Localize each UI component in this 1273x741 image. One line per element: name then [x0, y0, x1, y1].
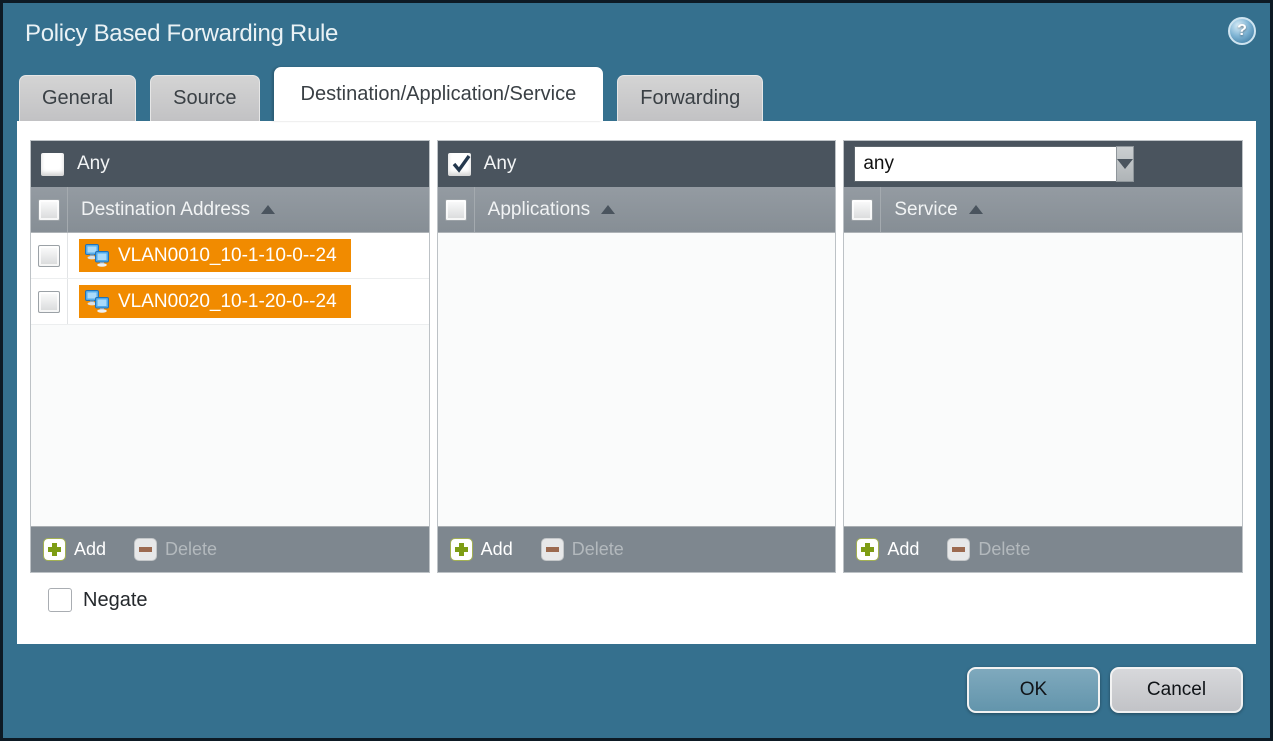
- dialog-titlebar: Policy Based Forwarding Rule ?: [3, 3, 1270, 67]
- service-dropdown: [854, 146, 1110, 182]
- row-checkbox[interactable]: [38, 245, 60, 267]
- help-icon[interactable]: ?: [1228, 17, 1256, 45]
- dialog-title: Policy Based Forwarding Rule: [25, 20, 338, 48]
- destination-address-column[interactable]: Destination Address: [81, 199, 275, 221]
- service-dropdown-button[interactable]: [1116, 146, 1134, 182]
- delete-button[interactable]: Delete: [947, 538, 1030, 561]
- panels-row: Any Destination Address: [30, 140, 1243, 573]
- destination-column-header: Destination Address: [31, 187, 429, 233]
- add-plus-icon: [450, 538, 473, 561]
- tab-source[interactable]: Source: [150, 75, 259, 121]
- negate-checkbox[interactable]: [48, 588, 72, 612]
- service-panel: Service Add Delete: [843, 140, 1243, 573]
- add-button[interactable]: Add: [43, 538, 106, 561]
- delete-minus-icon: [541, 538, 564, 561]
- tab-general[interactable]: General: [19, 75, 136, 121]
- tab-destination-application-service[interactable]: Destination/Application/Service: [274, 67, 604, 121]
- dialog-buttons: OK Cancel: [967, 667, 1243, 713]
- delete-minus-icon: [947, 538, 970, 561]
- service-dropdown-bar: [844, 141, 1242, 187]
- applications-any-checkbox[interactable]: [448, 153, 471, 176]
- cancel-button[interactable]: Cancel: [1110, 667, 1243, 713]
- address-object-icon: [84, 290, 110, 313]
- service-grid: [844, 233, 1242, 526]
- add-button[interactable]: Add: [450, 538, 513, 561]
- applications-select-all-checkbox[interactable]: [445, 199, 467, 221]
- tab-forwarding[interactable]: Forwarding: [617, 75, 763, 121]
- applications-footer: Add Delete: [438, 526, 836, 572]
- applications-column[interactable]: Applications: [488, 199, 615, 221]
- delete-button[interactable]: Delete: [134, 538, 217, 561]
- applications-grid: [438, 233, 836, 526]
- delete-button[interactable]: Delete: [541, 538, 624, 561]
- negate-label: Negate: [83, 589, 148, 612]
- applications-any-label: Any: [484, 153, 517, 175]
- destination-any-checkbox[interactable]: [41, 153, 64, 176]
- applications-column-header: Applications: [438, 187, 836, 233]
- destination-any-label: Any: [77, 153, 110, 175]
- destination-grid: VLAN0010_10-1-10-0--24: [31, 233, 429, 526]
- add-plus-icon: [43, 538, 66, 561]
- delete-minus-icon: [134, 538, 157, 561]
- negate-row: Negate: [30, 588, 1243, 612]
- row-checkbox[interactable]: [38, 291, 60, 313]
- destination-select-all-checkbox[interactable]: [38, 199, 60, 221]
- destination-address-panel: Any Destination Address: [30, 140, 430, 573]
- tab-content: Any Destination Address: [17, 121, 1256, 644]
- address-object-icon: [84, 244, 110, 267]
- applications-panel: Any Applications Add: [437, 140, 837, 573]
- address-object-label: VLAN0010_10-1-10-0--24: [118, 245, 337, 267]
- add-plus-icon: [856, 538, 879, 561]
- service-select-all-checkbox[interactable]: [851, 199, 873, 221]
- add-button[interactable]: Add: [856, 538, 919, 561]
- table-row[interactable]: VLAN0020_10-1-20-0--24: [31, 279, 429, 325]
- service-dropdown-input[interactable]: [854, 146, 1116, 182]
- sort-asc-icon: [261, 205, 275, 214]
- tab-bar: General Source Destination/Application/S…: [3, 67, 1270, 121]
- ok-button[interactable]: OK: [967, 667, 1100, 713]
- destination-footer: Add Delete: [31, 526, 429, 572]
- sort-asc-icon: [601, 205, 615, 214]
- service-column-header: Service: [844, 187, 1242, 233]
- service-footer: Add Delete: [844, 526, 1242, 572]
- destination-any-bar: Any: [31, 141, 429, 187]
- table-row[interactable]: VLAN0010_10-1-10-0--24: [31, 233, 429, 279]
- check-icon: [449, 152, 473, 176]
- policy-based-forwarding-rule-dialog: Policy Based Forwarding Rule ? General S…: [0, 0, 1273, 741]
- address-object-chip[interactable]: VLAN0020_10-1-20-0--24: [79, 285, 351, 318]
- address-object-label: VLAN0020_10-1-20-0--24: [118, 291, 337, 313]
- service-column[interactable]: Service: [894, 199, 982, 221]
- chevron-down-icon: [1117, 159, 1133, 169]
- sort-asc-icon: [969, 205, 983, 214]
- applications-any-bar: Any: [438, 141, 836, 187]
- address-object-chip[interactable]: VLAN0010_10-1-10-0--24: [79, 239, 351, 272]
